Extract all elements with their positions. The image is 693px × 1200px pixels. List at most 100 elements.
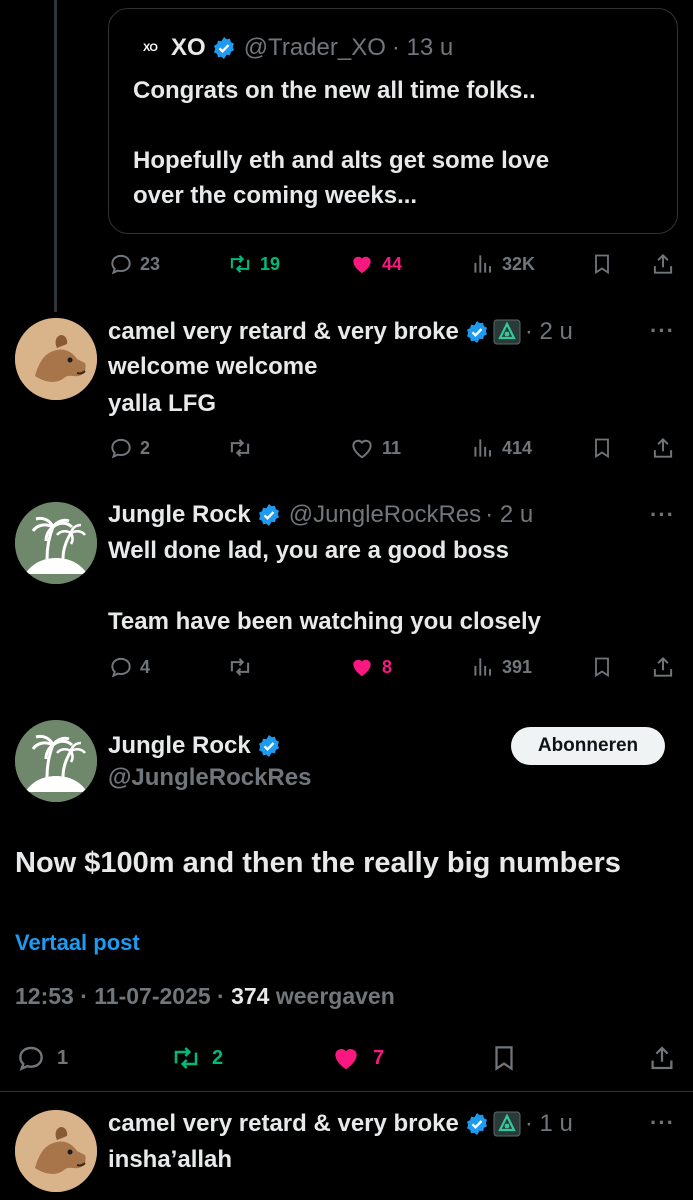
heart-outline-icon	[352, 439, 372, 459]
avatar-camel[interactable]	[15, 318, 97, 400]
heart-filled-icon	[353, 256, 371, 274]
camel-avatar-image	[15, 1110, 97, 1192]
reply-button[interactable]: 23	[108, 249, 160, 279]
repost-icon	[174, 1047, 198, 1069]
like-count: 7	[373, 1046, 385, 1069]
follow-button[interactable]: Abonneren	[511, 727, 665, 765]
reply-action-bar: 4 8 391	[108, 652, 678, 682]
reply-count: 23	[140, 253, 161, 274]
repost-button[interactable]: 19	[226, 249, 280, 279]
repost-button[interactable]	[226, 433, 254, 463]
bookmark-button[interactable]	[590, 249, 614, 279]
camel-avatar-image	[15, 318, 97, 400]
quoted-post-header: XO XO @Trader_XO · 13 u	[139, 33, 453, 63]
palm-island-logo	[15, 502, 97, 584]
views-icon	[474, 658, 492, 676]
bookmark-icon	[595, 254, 609, 275]
reply-time: · 2 u	[485, 501, 534, 528]
main-author-row: Jungle Rock	[108, 729, 281, 763]
more-options-icon[interactable]: ···	[650, 1110, 675, 1136]
share-button[interactable]	[650, 652, 676, 682]
repost-count: 19	[260, 253, 281, 274]
affiliate-badge-icon	[493, 319, 521, 345]
reply-author-name[interactable]: camel very retard & very broke	[108, 1110, 459, 1138]
quoted-text-line: over the coming weeks...	[133, 182, 418, 209]
quoted-post-card[interactable]: XO XO @Trader_XO · 13 u Congrats on the …	[108, 8, 678, 234]
quoted-action-bar: 23 19 44 32K	[108, 249, 678, 279]
reply-count: 2	[140, 437, 151, 458]
repost-count: 2	[212, 1046, 224, 1069]
main-author-handle[interactable]: @JungleRockRes	[108, 764, 311, 792]
post-timestamp[interactable]: 12:53 · 11-07-2025 ·	[15, 983, 231, 1009]
repost-icon	[230, 658, 250, 676]
reply-count: 4	[140, 656, 151, 677]
quoted-avatar[interactable]: XO	[139, 37, 161, 59]
reply-icon	[111, 657, 131, 678]
quoted-author-name[interactable]: XO	[171, 34, 206, 62]
verified-badge-icon	[466, 321, 487, 343]
reply-author-row: Jungle Rock @JungleRockRes · 2 u	[108, 498, 533, 532]
reply-action-bar: 2 11 414	[108, 433, 678, 463]
repost-icon	[230, 439, 250, 457]
views-button[interactable]: 32K	[470, 249, 535, 279]
share-icon	[653, 656, 673, 677]
share-button[interactable]	[650, 433, 676, 463]
like-button[interactable]: 11	[348, 433, 401, 463]
views-button[interactable]: 414	[470, 433, 532, 463]
reply-author-row: camel very retard & very broke · 2 u	[108, 315, 573, 349]
reply-text-line: Team have been watching you closely	[108, 608, 542, 635]
repost-button[interactable]	[226, 652, 254, 682]
quoted-post-time: · 13 u	[391, 34, 454, 61]
heart-filled-icon	[353, 659, 371, 677]
reply-author-row: camel very retard & very broke · 1 u	[108, 1107, 573, 1141]
quoted-text-line: Congrats on the new all time folks..	[133, 77, 536, 104]
reply-button[interactable]: 2	[108, 433, 150, 463]
bookmark-button[interactable]	[590, 652, 614, 682]
reply-icon	[19, 1046, 43, 1071]
views-count: 391	[502, 656, 533, 677]
more-options-icon[interactable]: ···	[650, 502, 675, 528]
reply-button[interactable]: 1	[15, 1041, 68, 1075]
avatar-jungle-rock[interactable]	[15, 720, 97, 802]
share-button[interactable]	[650, 249, 676, 279]
reply-author-handle[interactable]: @JungleRockRes	[289, 501, 481, 529]
affiliate-badge-icon	[493, 1111, 521, 1137]
bookmark-button[interactable]	[489, 1041, 519, 1075]
views-icon	[474, 439, 492, 457]
reply-author-name[interactable]: camel very retard & very broke	[108, 318, 459, 346]
share-button[interactable]	[647, 1041, 677, 1075]
like-count: 44	[382, 253, 403, 274]
like-button[interactable]: 7	[329, 1041, 384, 1075]
repost-icon	[230, 255, 250, 273]
bookmark-icon	[595, 657, 609, 678]
like-button[interactable]: 44	[348, 249, 402, 279]
like-button[interactable]: 8	[348, 652, 392, 682]
views-button[interactable]: 391	[470, 652, 532, 682]
views-count: 32K	[502, 253, 536, 274]
reply-text-line: welcome welcome	[108, 353, 318, 380]
more-options-icon[interactable]: ···	[650, 318, 675, 344]
repost-button[interactable]: 2	[170, 1041, 223, 1075]
divider	[0, 1091, 693, 1092]
share-icon	[653, 437, 673, 458]
reply-text-line: yalla LFG	[108, 390, 217, 417]
quoted-author-handle[interactable]: @Trader_XO	[244, 34, 386, 62]
avatar-camel[interactable]	[15, 1110, 97, 1192]
reply-button[interactable]: 4	[108, 652, 150, 682]
reply-text-line: Well done lad, you are a good boss	[108, 537, 509, 564]
verified-badge-icon	[258, 735, 279, 757]
bookmark-button[interactable]	[590, 433, 614, 463]
reply-author-name[interactable]: Jungle Rock	[108, 501, 251, 529]
reply-time: · 2 u	[524, 318, 573, 345]
post-views-label: weergaven	[269, 983, 395, 1009]
reply-icon	[111, 438, 131, 459]
main-action-bar: 1 2 7	[15, 1041, 678, 1075]
quoted-text-line: Hopefully eth and alts get some love	[133, 147, 550, 174]
reply-text-line: insha’allah	[108, 1146, 233, 1173]
avatar-jungle-rock[interactable]	[15, 502, 97, 584]
bookmark-icon	[595, 438, 609, 459]
main-post-text: Now $100m and then the really big number…	[15, 847, 621, 879]
translate-post-link[interactable]: Vertaal post	[15, 930, 140, 956]
share-icon	[651, 1046, 673, 1070]
main-author-name[interactable]: Jungle Rock	[108, 732, 251, 760]
